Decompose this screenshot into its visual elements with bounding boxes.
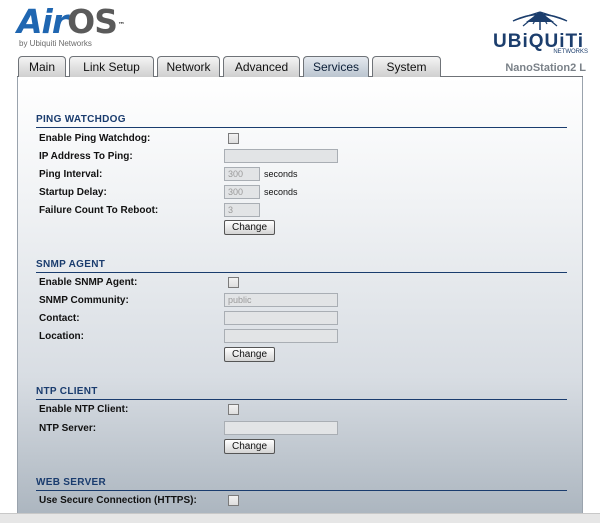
window-status-bar xyxy=(0,513,600,523)
https-label: Use Secure Connection (HTTPS): xyxy=(39,495,197,506)
https-checkbox[interactable] xyxy=(228,495,239,506)
brand-subtitle: NETWORKS xyxy=(553,49,588,55)
ping-change-button[interactable]: Change xyxy=(224,220,275,235)
snmp-community-row: SNMP Community: public xyxy=(36,293,567,310)
snmp-community-field[interactable]: public xyxy=(224,293,338,307)
https-row: Use Secure Connection (HTTPS): xyxy=(36,493,567,510)
ping-enable-row: Enable Ping Watchdog: xyxy=(36,131,567,148)
ntp-change-button[interactable]: Change xyxy=(224,439,275,454)
snmp-contact-row: Contact: xyxy=(36,311,567,328)
ping-interval-row: Ping Interval: 300 seconds xyxy=(36,167,567,184)
ntp-client-title: NTP CLIENT xyxy=(36,386,567,400)
snmp-enable-row: Enable SNMP Agent: xyxy=(36,275,567,292)
ntp-enable-label: Enable NTP Client: xyxy=(39,404,129,415)
logo-os-text: OS xyxy=(67,2,118,41)
ntp-server-label: NTP Server: xyxy=(39,423,97,434)
ping-ip-row: IP Address To Ping: xyxy=(36,149,567,166)
tab-main[interactable]: Main xyxy=(18,56,66,77)
snmp-community-label: SNMP Community: xyxy=(39,295,129,306)
ntp-enable-row: Enable NTP Client: xyxy=(36,402,567,419)
snmp-enable-label: Enable SNMP Agent: xyxy=(39,277,138,288)
failure-count-row: Failure Count To Reboot: 3 xyxy=(36,203,567,220)
ntp-server-field[interactable] xyxy=(224,421,338,435)
failure-count-field[interactable]: 3 xyxy=(224,203,260,217)
snmp-location-label: Location: xyxy=(39,331,84,342)
startup-delay-row: Startup Delay: 300 seconds xyxy=(36,185,567,202)
ping-enable-checkbox[interactable] xyxy=(228,133,239,144)
ping-ip-field[interactable] xyxy=(224,149,338,163)
device-name: NanoStation2 L xyxy=(505,62,586,74)
ping-enable-label: Enable Ping Watchdog: xyxy=(39,133,151,144)
ping-watchdog-title: PING WATCHDOG xyxy=(36,114,567,128)
startup-delay-label: Startup Delay: xyxy=(39,187,107,198)
snmp-change-button[interactable]: Change xyxy=(224,347,275,362)
ubiquiti-umbrella-icon xyxy=(512,11,568,30)
ping-interval-unit: seconds xyxy=(264,169,298,179)
ntp-server-row: NTP Server: xyxy=(36,421,567,438)
startup-delay-field[interactable]: 300 xyxy=(224,185,260,199)
failure-count-label: Failure Count To Reboot: xyxy=(39,205,159,216)
tab-system[interactable]: System xyxy=(372,56,441,77)
ping-ip-label: IP Address To Ping: xyxy=(39,151,133,162)
snmp-location-row: Location: xyxy=(36,329,567,346)
snmp-contact-label: Contact: xyxy=(39,313,80,324)
services-panel: PING WATCHDOG Enable Ping Watchdog: IP A… xyxy=(17,77,583,523)
snmp-contact-field[interactable] xyxy=(224,311,338,325)
startup-delay-unit: seconds xyxy=(264,187,298,197)
snmp-agent-title: SNMP AGENT xyxy=(36,259,567,273)
snmp-enable-checkbox[interactable] xyxy=(228,277,239,288)
logo-subtitle: by Ubiquiti Networks xyxy=(19,39,92,48)
logo-tm: ™ xyxy=(117,21,125,29)
tab-services[interactable]: Services xyxy=(303,56,369,78)
tab-advanced[interactable]: Advanced xyxy=(223,56,300,77)
tab-link-setup[interactable]: Link Setup xyxy=(69,56,154,77)
snmp-location-field[interactable] xyxy=(224,329,338,343)
tab-network[interactable]: Network xyxy=(157,56,220,77)
ntp-enable-checkbox[interactable] xyxy=(228,404,239,415)
logo-air-text: Air xyxy=(17,2,68,41)
ping-interval-label: Ping Interval: xyxy=(39,169,103,180)
ubiquiti-logo: UBiQUiTi NETWORKS xyxy=(493,10,588,58)
airos-logo: Air OS ™ by Ubiquiti Networks xyxy=(17,2,125,49)
ping-interval-field[interactable]: 300 xyxy=(224,167,260,181)
web-server-title: WEB SERVER xyxy=(36,477,567,491)
